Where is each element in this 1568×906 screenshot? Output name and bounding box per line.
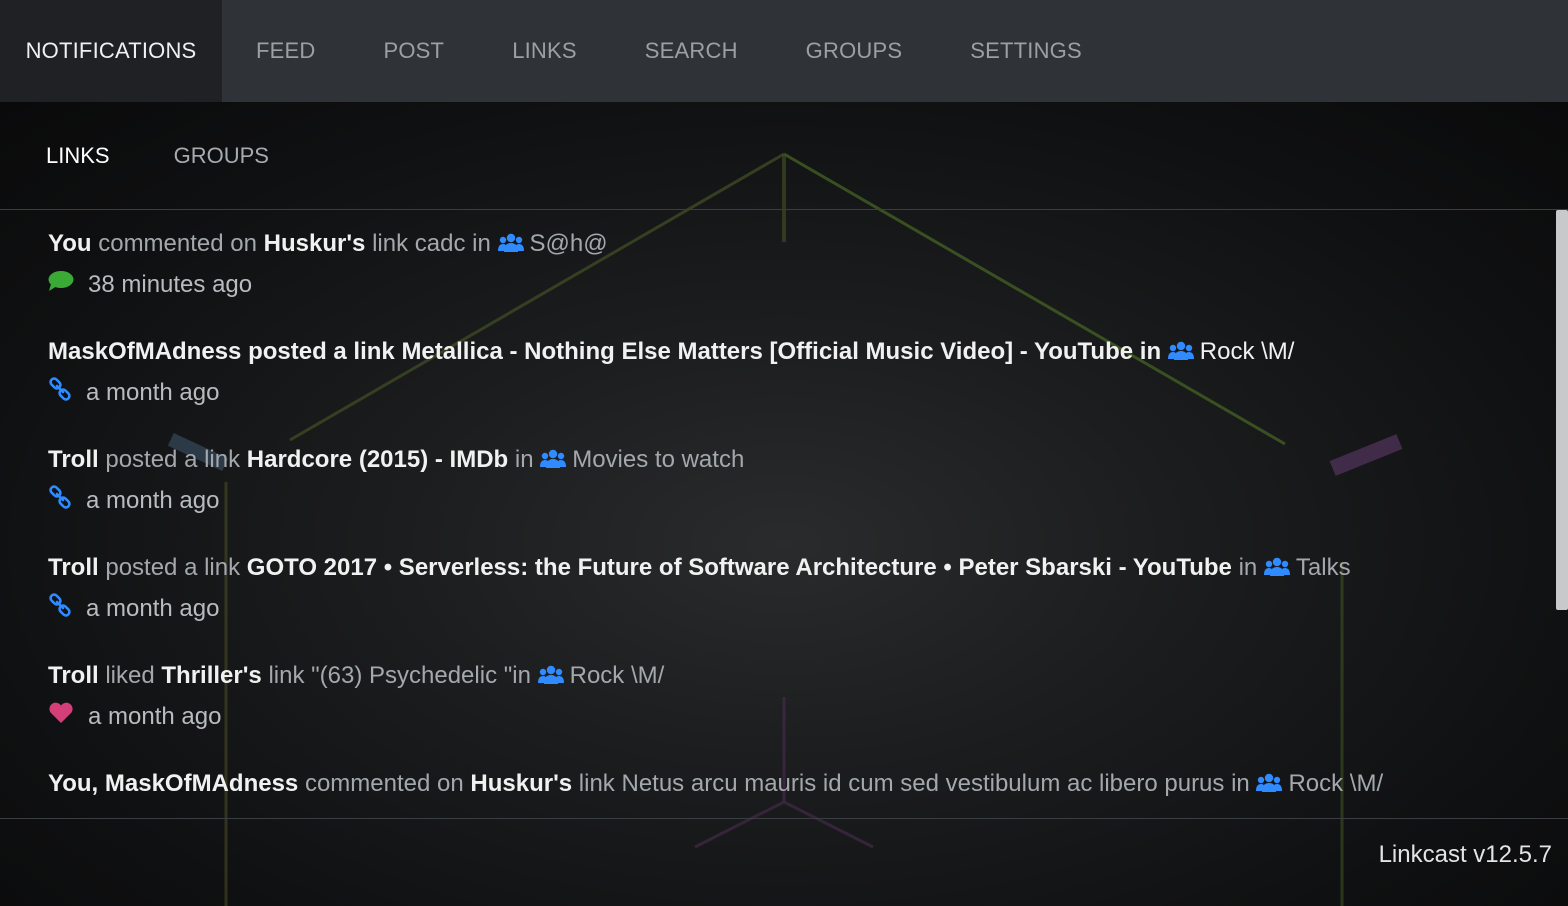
timestamp: 38 minutes ago: [88, 271, 253, 298]
action-text: commented on: [98, 230, 257, 257]
group-icon: [497, 231, 524, 263]
in-word: in: [1139, 338, 1162, 365]
timestamp: a month ago: [86, 487, 220, 514]
owner-name[interactable]: Huskur's: [264, 230, 366, 257]
link-word: link: [578, 770, 615, 797]
link-icon: [48, 376, 72, 410]
tab-feed[interactable]: FEED: [222, 0, 349, 102]
link-title[interactable]: Metallica - Nothing Else Matters [Offici…: [401, 338, 1133, 365]
in-word: in: [514, 446, 534, 473]
timestamp: a month ago: [86, 595, 220, 622]
link-title[interactable]: "(63) Psychedelic ": [311, 662, 512, 689]
actor-name[interactable]: Troll: [48, 554, 99, 581]
link-title[interactable]: cadc: [415, 230, 466, 257]
group-name[interactable]: Rock \M/: [1200, 338, 1295, 365]
in-word: in: [512, 662, 531, 689]
action-text: posted a link: [105, 446, 241, 473]
owner-name[interactable]: Thriller's: [161, 662, 261, 689]
actor-name[interactable]: Troll: [48, 446, 99, 473]
notification-item: MaskOfMAdness posted a link Metallica - …: [48, 336, 1294, 412]
tab-groups[interactable]: GROUPS: [772, 0, 937, 102]
subtab-groups[interactable]: GROUPS: [128, 143, 269, 169]
tab-search[interactable]: SEARCH: [611, 0, 772, 102]
group-icon: [540, 447, 567, 479]
link-icon: [48, 484, 72, 518]
sub-nav: LINKS GROUPS: [0, 102, 1568, 210]
group-icon: [537, 663, 564, 695]
group-name[interactable]: Rock \M/: [570, 662, 665, 689]
link-word: link: [268, 662, 305, 689]
action-text: posted a link: [105, 554, 241, 581]
in-word: in: [1231, 770, 1250, 797]
group-name[interactable]: Movies to watch: [572, 446, 744, 473]
tab-post[interactable]: POST: [349, 0, 478, 102]
group-name[interactable]: Talks: [1296, 554, 1351, 581]
scrollbar-thumb[interactable]: [1556, 210, 1568, 610]
notification-item: Troll liked Thriller's link "(63) Psyche…: [48, 660, 664, 736]
in-word: in: [472, 230, 491, 257]
actor-name[interactable]: You: [48, 230, 92, 257]
actor-name[interactable]: You, MaskOfMAdness: [48, 770, 298, 797]
link-word: link: [372, 230, 409, 257]
action-text: posted a link: [248, 338, 395, 365]
notification-item: You commented on Huskur's link cadc in S…: [48, 228, 608, 304]
group-icon: [1167, 339, 1194, 371]
link-title[interactable]: Hardcore (2015) - IMDb: [247, 446, 508, 473]
timestamp: a month ago: [88, 703, 222, 730]
tab-notifications[interactable]: NOTIFICATIONS: [0, 0, 222, 102]
actor-name[interactable]: MaskOfMAdness: [48, 338, 241, 365]
group-name[interactable]: S@h@: [530, 230, 608, 257]
action-text: liked: [105, 662, 155, 689]
group-icon: [1256, 771, 1283, 803]
group-name[interactable]: Rock \M/: [1288, 770, 1383, 797]
link-title[interactable]: GOTO 2017 • Serverless: the Future of So…: [247, 554, 1232, 581]
notification-item: Troll posted a link GOTO 2017 • Serverle…: [48, 552, 1351, 628]
actor-name[interactable]: Troll: [48, 662, 99, 689]
subtab-links[interactable]: LINKS: [0, 143, 110, 169]
in-word: in: [1238, 554, 1258, 581]
action-text: commented on: [304, 770, 464, 797]
notification-item: You, MaskOfMAdness commented on Huskur's…: [48, 768, 1383, 806]
notification-item: Troll posted a link Hardcore (2015) - IM…: [48, 444, 744, 520]
tab-settings[interactable]: SETTINGS: [936, 0, 1116, 102]
heart-icon: [48, 701, 74, 733]
app-version: Linkcast v12.5.7: [1378, 841, 1552, 868]
top-nav: NOTIFICATIONS FEED POST LINKS SEARCH GRO…: [0, 0, 1568, 102]
comment-icon: [48, 269, 74, 301]
link-title[interactable]: Netus arcu mauris id cum sed vestibulum …: [621, 770, 1224, 797]
timestamp: a month ago: [86, 379, 220, 406]
link-icon: [48, 592, 72, 626]
owner-name[interactable]: Huskur's: [470, 770, 572, 797]
group-icon: [1263, 555, 1290, 587]
tab-links[interactable]: LINKS: [478, 0, 611, 102]
footer: Linkcast v12.5.7: [0, 818, 1568, 906]
notification-list: You commented on Huskur's link cadc in S…: [0, 210, 1556, 818]
